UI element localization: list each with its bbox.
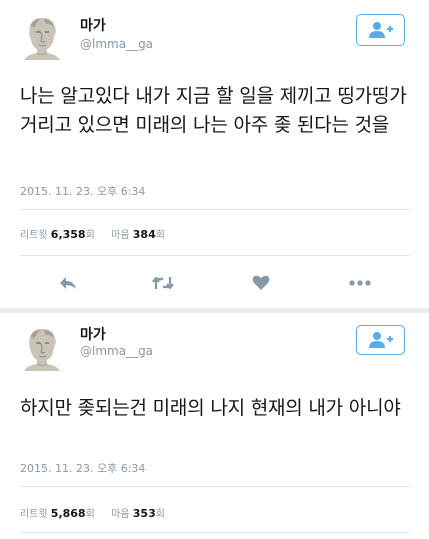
- tweet-timestamp[interactable]: 2015. 11. 23. 오후 6:34: [20, 183, 145, 199]
- tweet-stats: 리트윗 5,868회 마음 353회: [20, 505, 165, 520]
- add-user-icon: [368, 332, 393, 348]
- username-handle[interactable]: @lmma__ga: [80, 37, 153, 51]
- statue-bust-avatar-icon: [20, 325, 64, 371]
- tweet-actions: [0, 268, 429, 298]
- likes-unit: 회: [155, 230, 165, 241]
- avatar[interactable]: [20, 325, 64, 371]
- likes-count[interactable]: 353: [133, 507, 156, 520]
- likes-label: 마음: [111, 230, 130, 241]
- follow-button[interactable]: [356, 14, 405, 46]
- divider: [20, 209, 410, 210]
- username-handle[interactable]: @lmma__ga: [80, 344, 153, 358]
- retweets-label: 리트윗: [20, 230, 48, 241]
- avatar[interactable]: [20, 14, 64, 60]
- reply-button[interactable]: [53, 268, 83, 298]
- divider: [20, 255, 410, 256]
- likes-unit: 회: [155, 509, 165, 520]
- add-user-icon: [368, 22, 393, 38]
- retweets-label: 리트윗: [20, 509, 48, 520]
- retweets-unit: 회: [85, 509, 95, 520]
- likes-count[interactable]: 384: [133, 228, 156, 241]
- retweets-unit: 회: [85, 230, 95, 241]
- heart-icon: [252, 275, 270, 290]
- tweet-text: 나는 알고있다 내가 지금 할 일을 제끼고 띵가띵가 거리고 있으면 미래의 …: [20, 85, 407, 136]
- divider: [20, 486, 410, 487]
- tweet-timestamp[interactable]: 2015. 11. 23. 오후 6:34: [20, 460, 145, 476]
- retweets-count[interactable]: 6,358: [51, 228, 86, 241]
- retweet-icon: [152, 276, 174, 290]
- tweet-text: 하지만 좆되는건 미래의 나지 현재의 내가 아니야: [20, 397, 401, 419]
- more-icon: [349, 280, 371, 286]
- tweet-card: 마가 @lmma__ga 나는 알고있다 내가 지금 할 일을 제끼고 띵가띵가…: [0, 0, 429, 308]
- divider: [20, 532, 410, 533]
- statue-bust-avatar-icon: [20, 14, 64, 60]
- follow-button[interactable]: [356, 325, 405, 355]
- like-button[interactable]: [246, 268, 276, 298]
- more-button[interactable]: [345, 268, 375, 298]
- display-name[interactable]: 마가: [80, 324, 106, 344]
- reply-icon: [60, 277, 76, 289]
- display-name[interactable]: 마가: [80, 15, 106, 35]
- retweet-button[interactable]: [148, 268, 178, 298]
- tweet-stats: 리트윗 6,358회 마음 384회: [20, 226, 165, 241]
- tweet-card: 마가 @lmma__ga 하지만 좆되는건 미래의 나지 현재의 내가 아니야 …: [0, 313, 429, 539]
- retweets-count[interactable]: 5,868: [51, 507, 86, 520]
- likes-label: 마음: [111, 509, 130, 520]
